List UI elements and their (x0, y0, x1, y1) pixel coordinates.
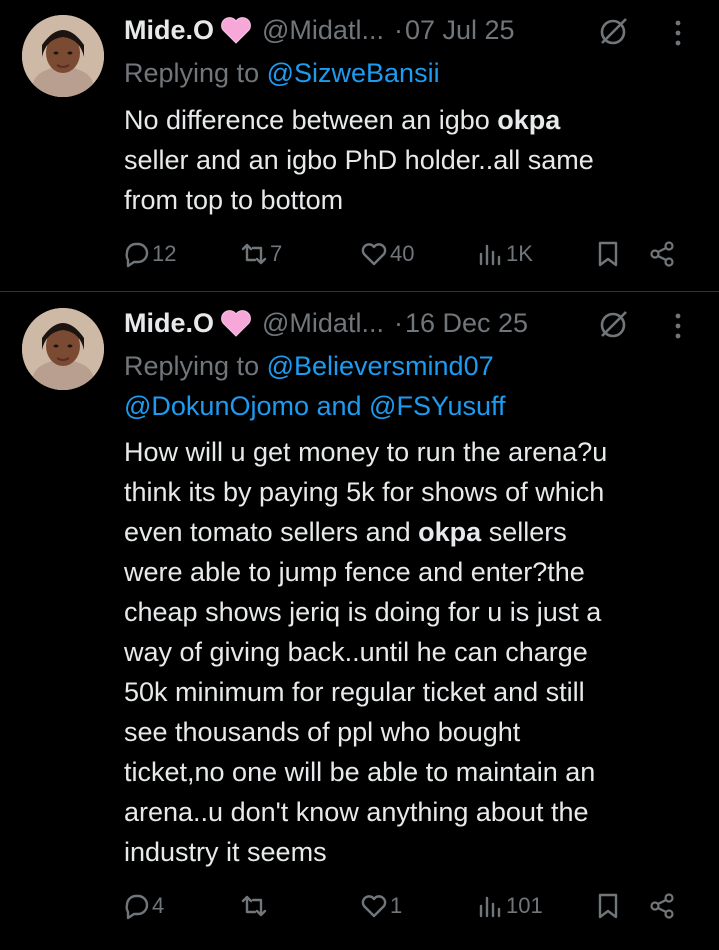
separator-dot: · (393, 307, 403, 338)
text-line: How will u get money to run the arena?u (124, 437, 608, 467)
text-line: cheap shows jeriq is doing for u is just… (124, 597, 602, 627)
text-line: see thousands of ppl who bought (124, 717, 521, 747)
tweet-header: Mide.O @Midatl... · 16 Dec 25 (124, 303, 528, 343)
views-button[interactable]: 101 (476, 888, 543, 924)
user-handle[interactable]: @Midatl... (262, 15, 384, 46)
highlight-term: okpa (497, 105, 561, 135)
text-line: industry it seems (124, 837, 327, 867)
views-count: 101 (506, 893, 543, 918)
display-name[interactable]: Mide.O (124, 15, 214, 46)
views-icon (479, 244, 501, 266)
reply-button[interactable]: 12 (122, 236, 176, 272)
like-icon (361, 243, 387, 266)
text-line: from top to bottom (124, 185, 344, 215)
text-line: 50k minimum for regular ticket and still (124, 677, 585, 707)
views-button[interactable]: 1K (476, 236, 533, 272)
bookmark-icon (598, 241, 618, 267)
tweet-text: No difference between an igbo okpa selle… (124, 100, 699, 220)
text-line: arena..u don't know anything about the (124, 797, 589, 827)
repost-icon (241, 243, 267, 265)
reply-count: 4 (152, 893, 165, 918)
text-line: ticket,no one will be able to maintain a… (124, 757, 596, 787)
display-name[interactable]: Mide.O (124, 308, 214, 339)
tweet-2[interactable]: Mide.O @Midatl... · 16 Dec 25 Replying t… (0, 292, 719, 950)
more-options-icon[interactable] (673, 19, 683, 47)
separator-dot: · (393, 14, 403, 45)
reply-mention-link[interactable]: @SizweBansii (267, 58, 440, 88)
repost-button[interactable]: 7 (240, 236, 282, 272)
pink-heart-icon (221, 17, 251, 44)
tweet-header: Mide.O @Midatl... · 07 Jul 25 (124, 10, 515, 50)
text-line: think its by paying 5k for shows of whic… (124, 477, 605, 507)
repost-button[interactable] (240, 888, 270, 924)
text-line: No difference between an igbo okpa (124, 105, 561, 135)
like-count: 1 (390, 893, 403, 918)
views-icon (479, 896, 501, 918)
reply-icon (125, 242, 149, 268)
bookmark-button[interactable] (594, 888, 622, 924)
tweet-text: How will u get money to run the arena?u … (124, 432, 699, 872)
share-icon (650, 893, 674, 919)
bookmark-button[interactable] (594, 236, 622, 272)
like-button[interactable]: 1 (360, 888, 402, 924)
like-button[interactable]: 40 (360, 236, 414, 272)
muted-icon[interactable] (596, 15, 630, 49)
repost-icon (241, 895, 267, 917)
tweet-1[interactable]: Mide.O @Midatl... · 07 Jul 25 Replying t… (0, 0, 719, 288)
tweet-date[interactable]: 07 Jul 25 (405, 15, 515, 46)
text-line: were able to jump fence and enter?the (124, 557, 585, 587)
views-count: 1K (506, 241, 533, 266)
highlight-term: okpa (418, 517, 482, 547)
replying-to-prefix: Replying to (124, 58, 267, 88)
user-handle[interactable]: @Midatl... (262, 308, 384, 339)
reply-mention-link[interactable]: @FSYusuff (369, 391, 505, 421)
reply-icon (125, 894, 149, 920)
share-icon (650, 241, 674, 267)
text-line: seller and an igbo PhD holder..all same (124, 145, 594, 175)
replying-to: Replying to @SizweBansii (124, 53, 440, 93)
muted-icon[interactable] (596, 308, 630, 342)
pink-heart-icon (221, 310, 251, 337)
more-options-icon[interactable] (673, 312, 683, 340)
share-button[interactable] (648, 888, 676, 924)
replying-to: Replying to @Believersmind07 @DokunOjomo… (124, 346, 699, 426)
like-icon (361, 895, 387, 918)
share-button[interactable] (648, 236, 676, 272)
reply-count: 12 (152, 241, 177, 266)
avatar[interactable] (22, 308, 104, 390)
reply-and: and (308, 391, 370, 421)
repost-count: 7 (270, 241, 283, 266)
reply-mention-link[interactable]: @Believersmind07 (267, 351, 494, 381)
replying-to-prefix: Replying to (124, 351, 267, 381)
tweet-actions: 12 7 40 1K (122, 236, 682, 272)
reply-button[interactable]: 4 (122, 888, 164, 924)
avatar[interactable] (22, 15, 104, 97)
text-line: way of giving back..until he can charge (124, 637, 588, 667)
bookmark-icon (598, 893, 618, 919)
like-count: 40 (390, 241, 415, 266)
reply-mention-link[interactable]: @DokunOjomo (124, 391, 309, 421)
text-line: even tomato sellers and okpa sellers (124, 517, 567, 547)
tweet-actions: 4 1 101 (122, 888, 682, 924)
tweet-date[interactable]: 16 Dec 25 (405, 308, 528, 339)
